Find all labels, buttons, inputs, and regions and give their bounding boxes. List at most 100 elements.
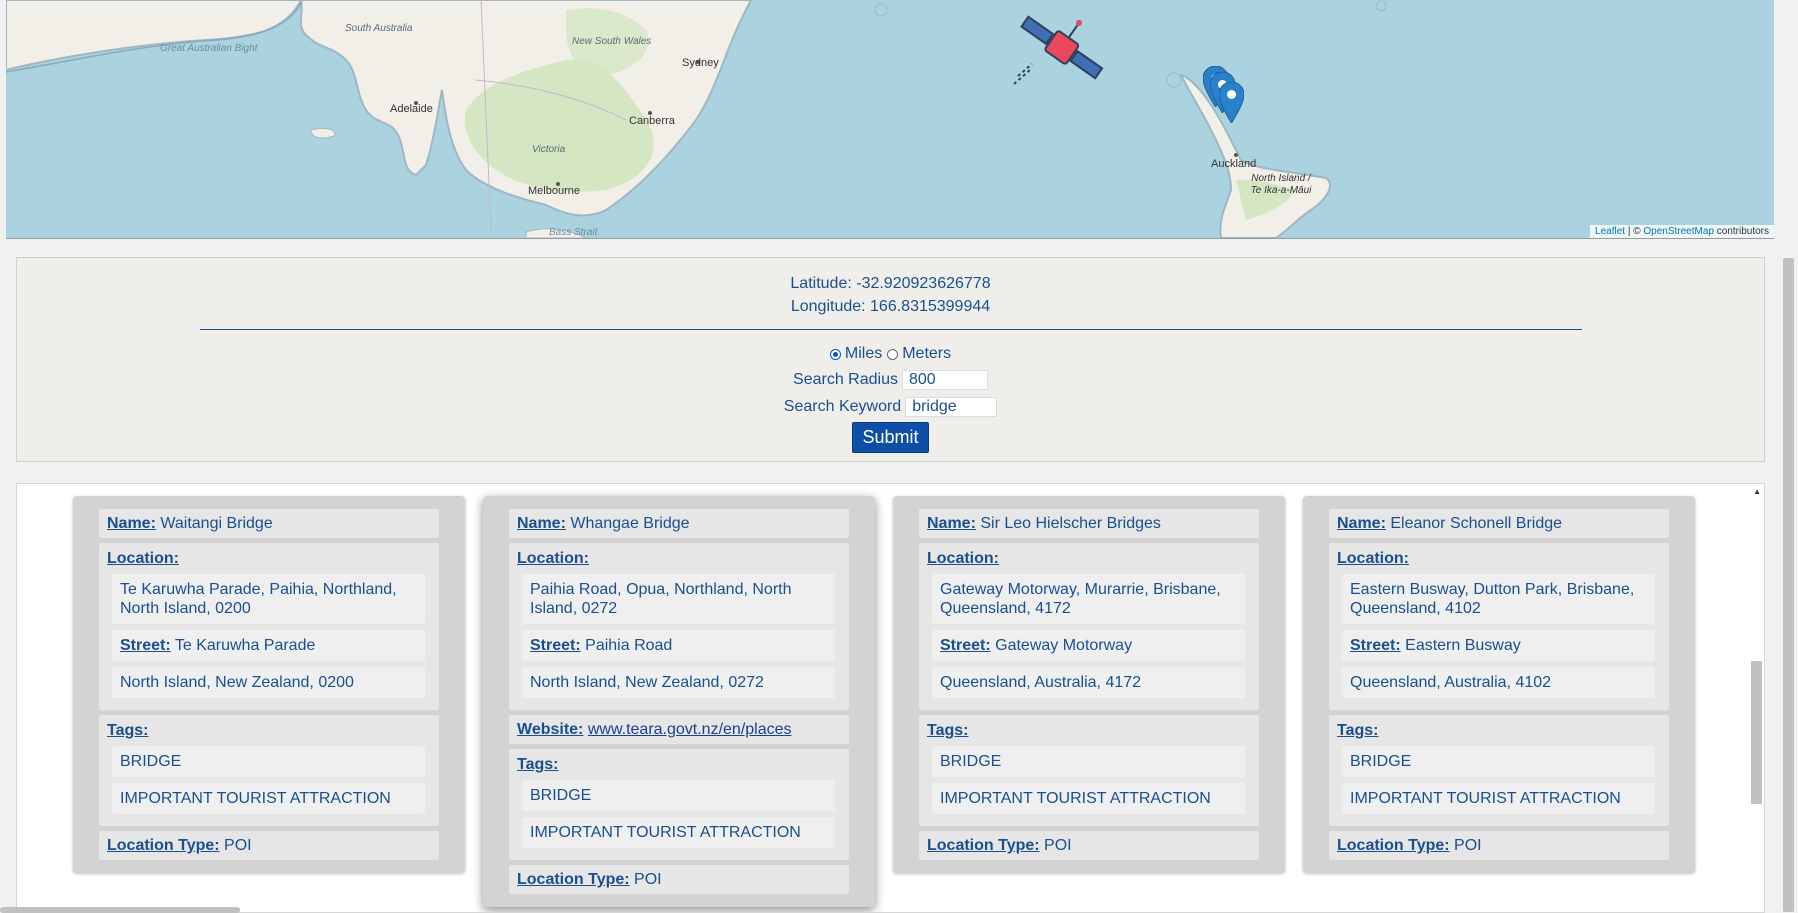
region-value: Queensland, Australia, 4172	[932, 667, 1245, 698]
location-type-key: Location Type:	[107, 837, 220, 854]
street-value: Te Karuwha Parade	[174, 637, 316, 654]
name-value: Whangae Bridge	[570, 515, 690, 532]
miles-radio[interactable]	[829, 348, 841, 360]
page-scrollbar-thumb[interactable]	[1783, 258, 1794, 912]
tag-item: IMPORTANT TOURIST ATTRACTION	[932, 783, 1245, 814]
location-type-key: Location Type:	[1337, 837, 1450, 854]
street-key: Street:	[530, 637, 581, 654]
map-label-bass-strait: Bass Strait	[549, 227, 598, 238]
street-field: Street: Gateway Motorway	[932, 630, 1245, 661]
location-type-key: Location Type:	[927, 837, 1040, 854]
result-card[interactable]: Name: Sir Leo Hielscher Bridges Location…	[893, 496, 1285, 873]
openstreetmap-link[interactable]: OpenStreetMap	[1643, 226, 1714, 237]
location-type-value: POI	[634, 871, 662, 888]
location-type-value: POI	[1044, 837, 1072, 854]
location-type-value: POI	[224, 837, 252, 854]
form-divider	[199, 329, 1582, 330]
name-key: Name:	[1337, 515, 1386, 532]
tag-item: BRIDGE	[522, 780, 835, 811]
address-value: Gateway Motorway, Murarrie, Brisbane, Qu…	[932, 574, 1245, 624]
meters-label[interactable]: Meters	[902, 342, 951, 366]
satellite-icon[interactable]	[1010, 4, 1108, 92]
map-label-auckland: Auckland	[1211, 158, 1257, 170]
address-value: Te Karuwha Parade, Paihia, Northland, No…	[112, 574, 425, 624]
location-key: Location:	[927, 550, 999, 567]
result-card[interactable]: Name: Eleanor Schonell Bridge Location: …	[1303, 496, 1695, 873]
search-keyword-input[interactable]	[905, 396, 998, 417]
location-type-key: Location Type:	[517, 871, 630, 888]
location-group: Location: Paihia Road, Opua, Northland, …	[509, 543, 849, 710]
attribution-separator: | ©	[1625, 226, 1644, 237]
map-label-north-island: North Island / Te Ika-a-Māui	[1250, 173, 1312, 196]
address-value: Eastern Busway, Dutton Park, Brisbane, Q…	[1342, 574, 1655, 624]
location-key: Location:	[1337, 550, 1409, 567]
location-type-field: Location Type: POI	[99, 831, 439, 860]
name-key: Name:	[107, 515, 156, 532]
street-field: Street: Eastern Busway	[1342, 630, 1655, 661]
location-group: Location: Gateway Motorway, Murarrie, Br…	[919, 543, 1259, 710]
coordinates: Latitude: -32.920923626778 Longitude: 16…	[17, 272, 1764, 318]
map-label-great-australian-bight: Great Australian Bight	[160, 43, 258, 54]
tags-key: Tags:	[517, 756, 559, 773]
website-link[interactable]: www.teara.govt.nz/en/places	[588, 721, 792, 738]
latitude-readout: Latitude: -32.920923626778	[790, 275, 991, 292]
tags-group: Tags: BRIDGE IMPORTANT TOURIST ATTRACTIO…	[99, 715, 439, 826]
keyword-row: Search Keyword	[17, 393, 1764, 420]
meters-radio[interactable]	[887, 348, 899, 360]
name-value: Eleanor Schonell Bridge	[1390, 515, 1563, 532]
leaflet-link[interactable]: Leaflet	[1595, 226, 1625, 237]
tags-key: Tags:	[107, 722, 149, 739]
search-radius-input[interactable]	[901, 369, 988, 390]
name-field: Name: Whangae Bridge	[509, 509, 849, 538]
name-key: Name:	[517, 515, 566, 532]
miles-label[interactable]: Miles	[845, 342, 882, 366]
scroll-up-arrow-icon[interactable]: ▲	[1753, 487, 1761, 496]
map-label-victoria: Victoria	[532, 144, 566, 155]
region-value: Queensland, Australia, 4102	[1342, 667, 1655, 698]
website-field: Website: www.teara.govt.nz/en/places	[509, 715, 849, 744]
unit-selector: Miles Meters	[17, 342, 1764, 366]
results-scrollbar-thumb[interactable]	[1751, 661, 1762, 804]
map[interactable]: South Australia Great Australian Bight N…	[6, 0, 1774, 239]
horizontal-scrollbar-thumb[interactable]	[0, 907, 240, 913]
street-value: Eastern Busway	[1405, 637, 1521, 654]
tags-key: Tags:	[927, 722, 969, 739]
street-value: Gateway Motorway	[995, 637, 1133, 654]
name-value: Waitangi Bridge	[160, 515, 273, 532]
tags-group: Tags: BRIDGE IMPORTANT TOURIST ATTRACTIO…	[509, 749, 849, 860]
results-panel[interactable]: ▲ Name: Waitangi Bridge Location: Te Kar…	[16, 483, 1765, 913]
submit-button[interactable]: Submit	[852, 422, 929, 453]
name-field: Name: Waitangi Bridge	[99, 509, 439, 538]
map-label-new-south-wales: New South Wales	[572, 36, 652, 47]
page-scrollbar[interactable]	[1780, 0, 1798, 913]
tag-item: BRIDGE	[112, 746, 425, 777]
result-card[interactable]: Name: Whangae Bridge Location: Paihia Ro…	[483, 496, 875, 907]
website-key: Website:	[517, 721, 584, 738]
name-field: Name: Eleanor Schonell Bridge	[1329, 509, 1669, 538]
map-attribution: Leaflet | © OpenStreetMap contributors	[1590, 225, 1774, 238]
map-label-canberra: Canberra	[629, 115, 675, 127]
street-key: Street:	[120, 637, 171, 654]
attribution-contributors: contributors	[1713, 226, 1769, 237]
tags-group: Tags: BRIDGE IMPORTANT TOURIST ATTRACTIO…	[1329, 715, 1669, 826]
location-type-field: Location Type: POI	[919, 831, 1259, 860]
street-field: Street: Te Karuwha Parade	[112, 630, 425, 661]
name-value: Sir Leo Hielscher Bridges	[980, 515, 1161, 532]
result-card[interactable]: Name: Waitangi Bridge Location: Te Karuw…	[73, 496, 465, 873]
name-field: Name: Sir Leo Hielscher Bridges	[919, 509, 1259, 538]
tag-item: IMPORTANT TOURIST ATTRACTION	[522, 817, 835, 848]
street-key: Street:	[1350, 637, 1401, 654]
location-group: Location: Eastern Busway, Dutton Park, B…	[1329, 543, 1669, 710]
longitude-readout: Longitude: 166.8315399944	[790, 298, 991, 315]
search-radius-label: Search Radius	[793, 370, 898, 388]
tag-item: IMPORTANT TOURIST ATTRACTION	[1342, 783, 1655, 814]
map-label-melbourne: Melbourne	[528, 185, 580, 197]
map-tiles	[6, 0, 1387, 238]
map-marker-icon[interactable]	[1219, 82, 1244, 123]
tags-key: Tags:	[1337, 722, 1379, 739]
tag-item: BRIDGE	[1342, 746, 1655, 777]
street-field: Street: Paihia Road	[522, 630, 835, 661]
location-key: Location:	[107, 550, 179, 567]
location-type-field: Location Type: POI	[1329, 831, 1669, 860]
name-key: Name:	[927, 515, 976, 532]
